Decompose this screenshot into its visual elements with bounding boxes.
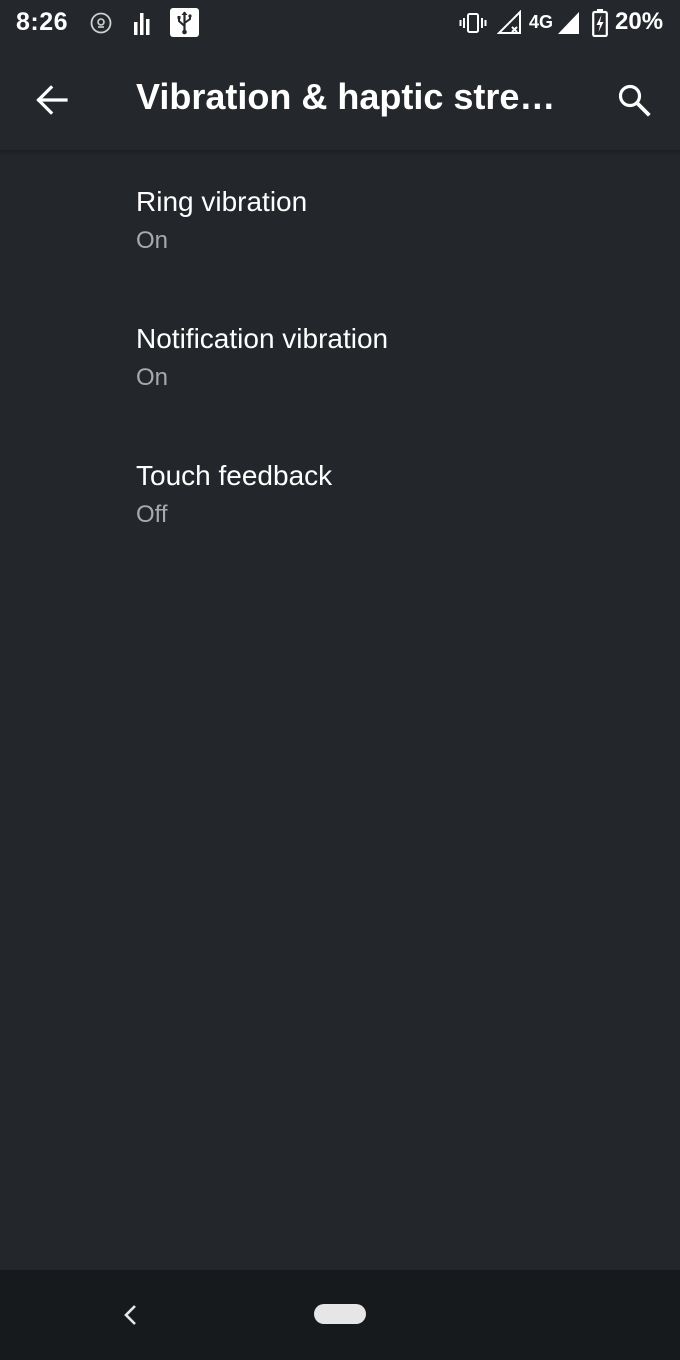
search-icon: [618, 84, 651, 117]
setting-title: Ring vibration: [136, 186, 308, 217]
page-title: Vibration & haptic strength: [136, 76, 566, 117]
usb-icon: [170, 8, 199, 42]
cell-signal-icon: [557, 10, 581, 41]
navigation-bar: [0, 1270, 680, 1360]
settings-screen: 8:26 4G 20% Vibration & haptic strength …: [0, 0, 680, 1360]
arrow-back-icon: [36, 85, 68, 115]
home-pill-button[interactable]: [314, 1304, 366, 1324]
setting-notification-vibration[interactable]: Notification vibration On: [0, 287, 680, 424]
setting-summary: On: [136, 227, 169, 254]
app-bar: Vibration & haptic strength: [0, 48, 680, 150]
status-time: 8:26: [16, 8, 69, 36]
status-bar: 8:26 4G 20%: [0, 0, 680, 48]
settings-list: Ring vibration On Notification vibration…: [0, 150, 680, 561]
battery-charging-icon: [592, 9, 608, 42]
nav-back-button[interactable]: [114, 1298, 148, 1332]
setting-touch-feedback[interactable]: Touch feedback Off: [0, 424, 680, 561]
location-icon: [90, 12, 112, 39]
setting-ring-vibration[interactable]: Ring vibration On: [0, 150, 680, 287]
network-type-label: 4G: [529, 12, 554, 32]
vibrate-icon: [459, 12, 487, 39]
chevron-left-icon: [124, 1305, 136, 1325]
setting-title: Notification vibration: [136, 323, 389, 354]
setting-summary: On: [136, 364, 169, 391]
setting-title: Touch feedback: [136, 460, 333, 491]
back-button[interactable]: [24, 72, 80, 128]
search-button[interactable]: [606, 72, 662, 128]
no-signal-icon: [496, 9, 523, 41]
signal-bars-icon: [133, 10, 153, 41]
setting-summary: Off: [136, 501, 168, 528]
battery-percentage: 20%: [615, 8, 664, 35]
